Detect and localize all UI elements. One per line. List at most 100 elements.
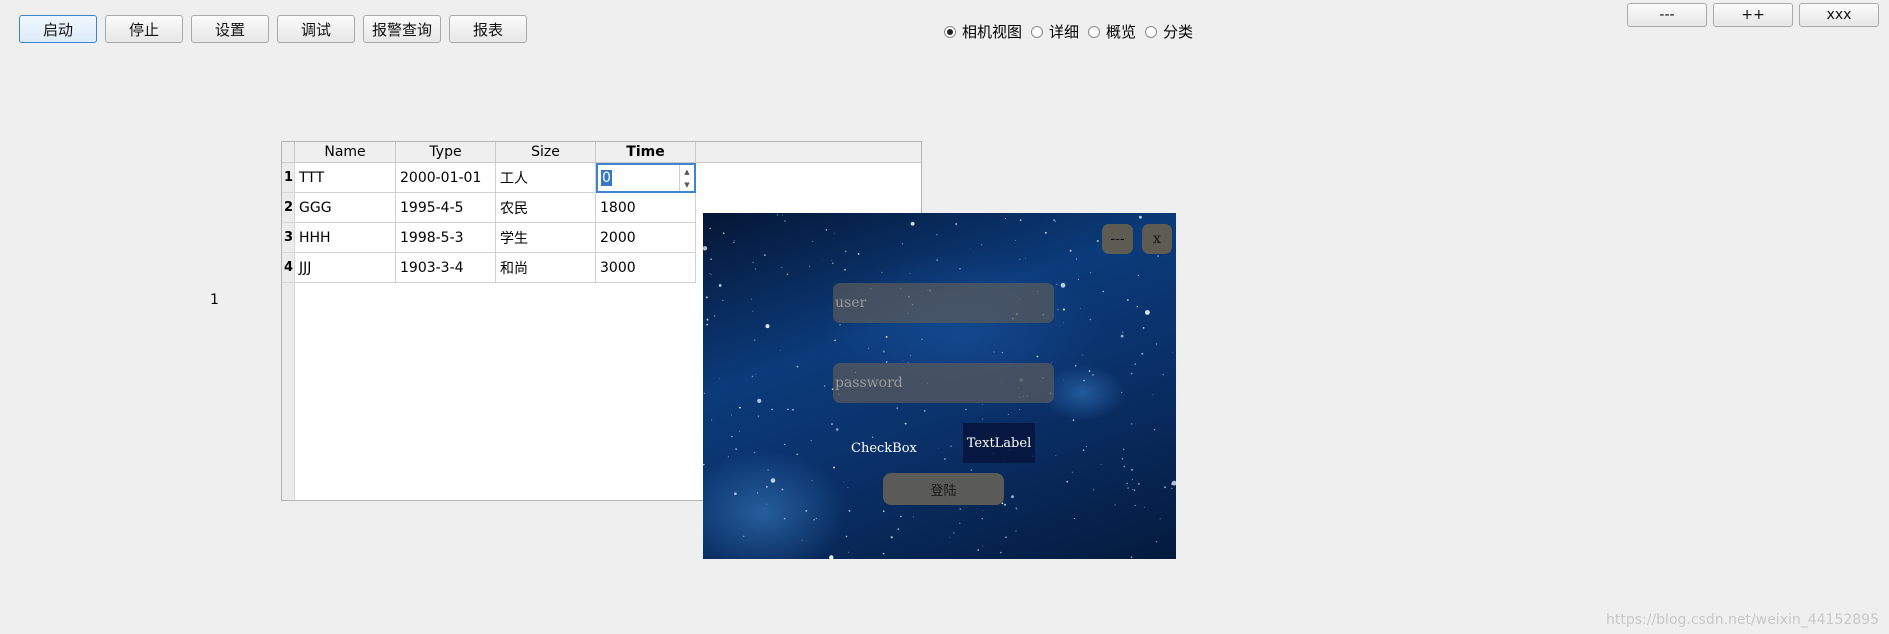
star-dot xyxy=(955,223,958,225)
row-header[interactable]: 1 xyxy=(282,163,295,193)
star-dot xyxy=(1005,218,1007,220)
star-dot xyxy=(784,220,786,222)
star-dot xyxy=(1142,327,1145,329)
star-dot xyxy=(765,324,770,329)
star-dot xyxy=(924,410,926,412)
spin-up-icon[interactable]: ▲ xyxy=(684,168,689,176)
table-corner[interactable] xyxy=(282,142,295,163)
radio-category[interactable]: 分类 xyxy=(1145,21,1193,42)
column-header-name[interactable]: Name xyxy=(295,142,396,163)
column-header-type[interactable]: Type xyxy=(396,142,496,163)
spin-down-icon[interactable]: ▼ xyxy=(684,181,689,189)
table-cell[interactable]: 2000 xyxy=(596,223,696,253)
settings-button[interactable]: 设置 xyxy=(191,15,269,43)
star-dot xyxy=(843,481,845,483)
login-panel: --- x user password CheckBox TextLabel 登… xyxy=(703,213,1176,559)
radio-overview[interactable]: 概览 xyxy=(1088,21,1136,42)
remember-checkbox[interactable]: CheckBox xyxy=(851,441,917,456)
debug-button[interactable]: 调试 xyxy=(277,15,355,43)
star-dot xyxy=(959,508,962,510)
row-header[interactable]: 4 xyxy=(282,253,295,283)
star-dot xyxy=(781,214,783,216)
star-dot xyxy=(1025,257,1027,259)
star-dot xyxy=(809,265,811,267)
spinbox-arrows[interactable]: ▲ ▼ xyxy=(679,165,694,191)
login-minimize-button[interactable]: --- xyxy=(1102,224,1133,254)
table-cell[interactable]: HHH xyxy=(295,223,396,253)
minimize-button[interactable]: --- xyxy=(1627,3,1707,27)
star-dot xyxy=(1036,355,1039,358)
star-dot xyxy=(705,296,708,299)
star-dot xyxy=(885,336,888,338)
close-button[interactable]: xxx xyxy=(1799,3,1879,27)
side-number-label: 1 xyxy=(210,292,219,308)
login-close-button[interactable]: x xyxy=(1142,224,1172,254)
star-dot xyxy=(910,355,912,357)
star-dot xyxy=(1086,446,1087,448)
table-cell[interactable]: 1903-3-4 xyxy=(396,253,496,283)
start-button[interactable]: 启动 xyxy=(19,15,97,43)
star-dot xyxy=(1096,240,1099,242)
radio-unchecked-icon xyxy=(1145,25,1158,38)
table-cell[interactable]: 1995-4-5 xyxy=(396,193,496,223)
table-cell[interactable]: 1998-5-3 xyxy=(396,223,496,253)
table-cell[interactable]: GGG xyxy=(295,193,396,223)
alarm-query-button[interactable]: 报警查询 xyxy=(363,15,441,43)
table-cell[interactable]: TTT xyxy=(295,163,396,193)
star-dot xyxy=(722,232,725,234)
star-dot xyxy=(835,428,839,431)
user-input[interactable]: user xyxy=(833,283,1054,323)
column-header-time[interactable]: Time xyxy=(596,142,696,163)
table-cell[interactable]: 农民 xyxy=(496,193,596,223)
table-cell[interactable]: 2000-01-01 xyxy=(396,163,496,193)
star-dot xyxy=(872,436,874,438)
star-dot xyxy=(1093,489,1095,491)
star-dot xyxy=(734,492,737,496)
star-dot xyxy=(1057,308,1059,311)
maximize-button[interactable]: ++ xyxy=(1713,3,1793,27)
login-button[interactable]: 登陆 xyxy=(883,473,1004,505)
star-dot xyxy=(1134,363,1136,365)
table-cell[interactable]: 学生 xyxy=(496,223,596,253)
star-dot xyxy=(709,273,711,275)
table-cell[interactable]: 3000 xyxy=(596,253,696,283)
time-spinbox-editor[interactable]: 0 ▲ ▼ xyxy=(596,163,696,193)
star-dot xyxy=(1137,482,1140,485)
star-dot xyxy=(764,254,766,256)
star-dot xyxy=(1014,239,1016,241)
star-dot xyxy=(781,488,784,491)
star-dot xyxy=(1007,413,1009,416)
star-dot xyxy=(1141,352,1144,355)
report-button[interactable]: 报表 xyxy=(449,15,527,43)
spinbox-value[interactable]: 0 xyxy=(601,170,612,186)
table-cell[interactable]: JJJ xyxy=(295,253,396,283)
row-header[interactable]: 3 xyxy=(282,223,295,253)
row-header[interactable]: 2 xyxy=(282,193,295,223)
radio-detail[interactable]: 详细 xyxy=(1031,21,1079,42)
star-dot xyxy=(1133,489,1136,491)
star-dot xyxy=(1004,503,1006,506)
star-dot xyxy=(1055,221,1056,223)
table-cell[interactable]: 1800 xyxy=(596,193,696,223)
star-dot xyxy=(754,339,756,341)
star-dot xyxy=(767,469,769,471)
radio-camera-view[interactable]: 相机视图 xyxy=(944,21,1022,42)
star-dot xyxy=(738,430,740,432)
password-input[interactable]: password xyxy=(833,363,1054,403)
star-dot xyxy=(844,269,846,271)
column-header-size[interactable]: Size xyxy=(496,142,596,163)
star-dot xyxy=(1051,362,1053,364)
star-dot xyxy=(904,422,907,425)
table-cell[interactable]: 工人 xyxy=(496,163,596,193)
star-dot xyxy=(1172,352,1173,353)
star-dot xyxy=(981,518,983,520)
star-dot xyxy=(796,453,798,456)
table-cell[interactable]: 和尚 xyxy=(496,253,596,283)
star-dot xyxy=(706,323,709,326)
star-dot xyxy=(1123,465,1126,468)
star-dot xyxy=(1083,379,1085,382)
stop-button[interactable]: 停止 xyxy=(105,15,183,43)
star-dot xyxy=(1090,272,1092,274)
star-dot xyxy=(832,262,834,264)
star-dot xyxy=(719,378,721,380)
